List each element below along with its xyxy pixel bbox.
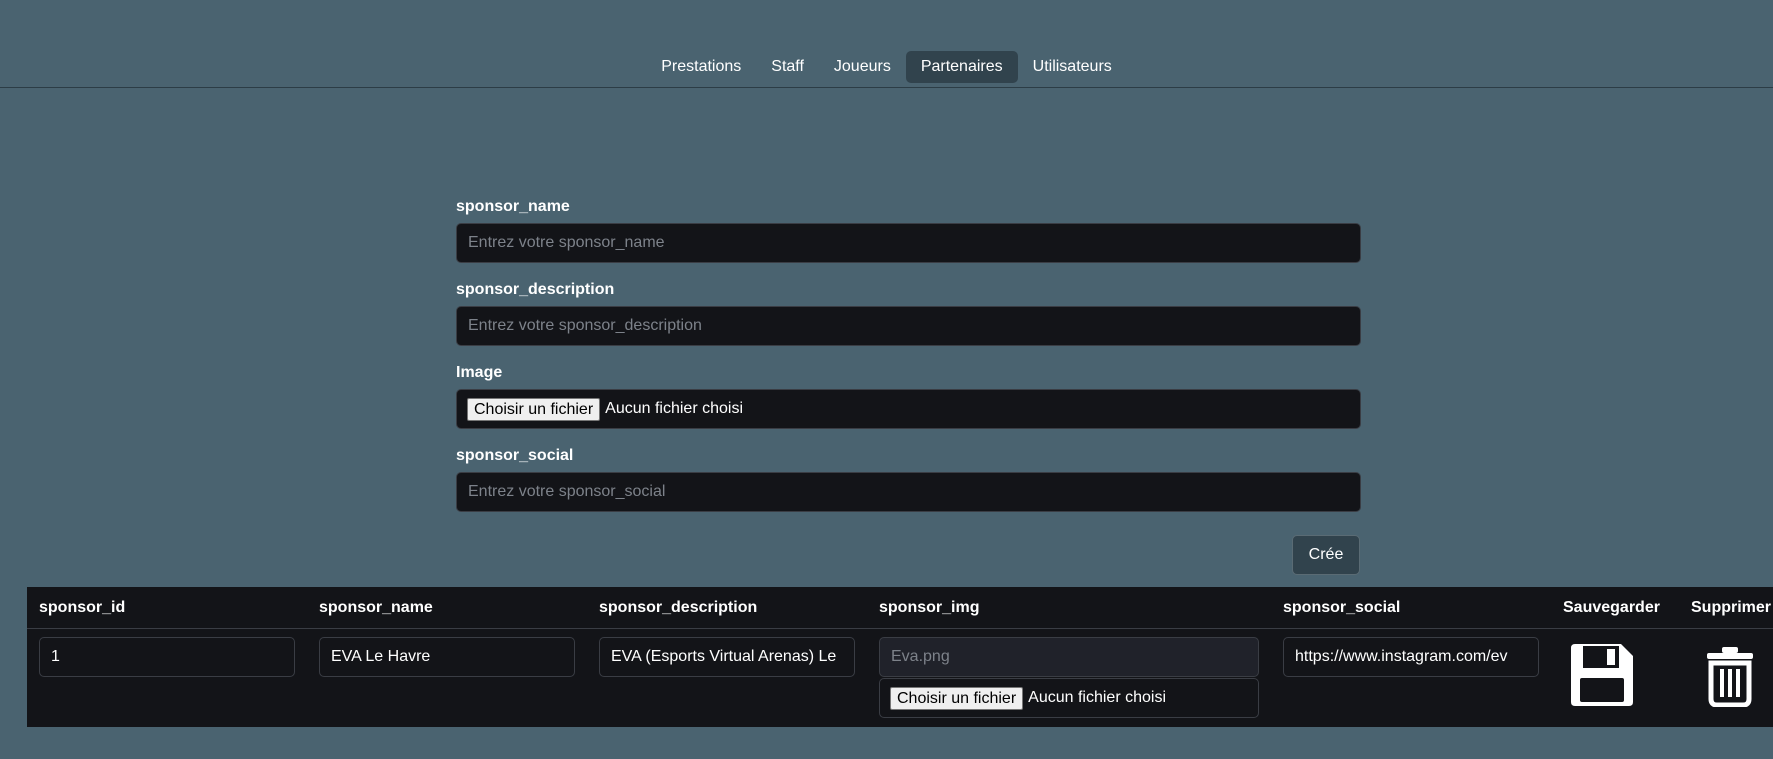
header-sponsor-description: sponsor_description <box>599 599 758 616</box>
header-save: Sauvegarder <box>1563 599 1660 616</box>
sponsor-social-label: sponsor_social <box>456 447 574 464</box>
row-img-field: Eva.png <box>879 637 1259 677</box>
nav-tab-prestations[interactable]: Prestations <box>646 51 756 83</box>
sponsor-name-label: sponsor_name <box>456 198 570 215</box>
row-file-status-text: Aucun fichier choisi <box>1028 689 1166 706</box>
header-sponsor-img: sponsor_img <box>879 599 980 616</box>
row-social-input[interactable]: https://www.instagram.com/ev <box>1283 637 1539 677</box>
sponsor-create-form: sponsor_name Entrez votre sponsor_name s… <box>456 198 1361 532</box>
header-delete: Supprimer <box>1691 599 1772 616</box>
row-name-input[interactable]: EVA Le Havre <box>319 637 575 677</box>
sponsor-description-input[interactable]: Entrez votre sponsor_description <box>456 306 1361 346</box>
sponsor-social-input[interactable]: Entrez votre sponsor_social <box>456 472 1361 512</box>
nav-tab-partenaires[interactable]: Partenaires <box>905 51 1018 83</box>
nav-items: Prestations Staff Joueurs Partenaires Utilis… <box>0 51 1773 83</box>
row-choose-file-button[interactable]: Choisir un fichier <box>890 686 1024 710</box>
image-file-input: Choisir un fichier Aucun fichier choisi <box>456 389 1361 429</box>
row-id-input[interactable]: 1 <box>39 637 295 677</box>
top-nav: Prestations Staff Joueurs Partenaires Utilis… <box>0 0 1773 88</box>
nav-tab-staff[interactable]: Staff <box>756 51 819 83</box>
image-label: Image <box>456 364 503 381</box>
file-status-text: Aucun fichier choisi <box>605 400 743 417</box>
header-sponsor-id: sponsor_id <box>39 599 126 616</box>
nav-tab-joueurs[interactable]: Joueurs <box>819 51 906 83</box>
header-sponsor-social: sponsor_social <box>1283 599 1401 616</box>
table-header: sponsor_id sponsor_name sponsor_descript… <box>27 587 1773 629</box>
create-button[interactable]: Crée <box>1292 535 1360 575</box>
choose-file-button[interactable]: Choisir un fichier <box>467 397 601 421</box>
sponsor-name-input[interactable]: Entrez votre sponsor_name <box>456 223 1361 263</box>
row-img-file-input: Choisir un fichier Aucun fichier choisi <box>879 678 1259 718</box>
header-sponsor-name: sponsor_name <box>319 599 433 616</box>
row-description-input[interactable]: EVA (Esports Virtual Arenas) Le <box>599 637 855 677</box>
floppy-disk-icon[interactable] <box>1569 642 1635 708</box>
sponsors-table: sponsor_id sponsor_name sponsor_descript… <box>27 587 1773 727</box>
sponsor-description-label: sponsor_description <box>456 281 615 298</box>
trash-icon[interactable] <box>1705 645 1755 708</box>
nav-tab-utilisateurs[interactable]: Utilisateurs <box>1018 51 1127 83</box>
